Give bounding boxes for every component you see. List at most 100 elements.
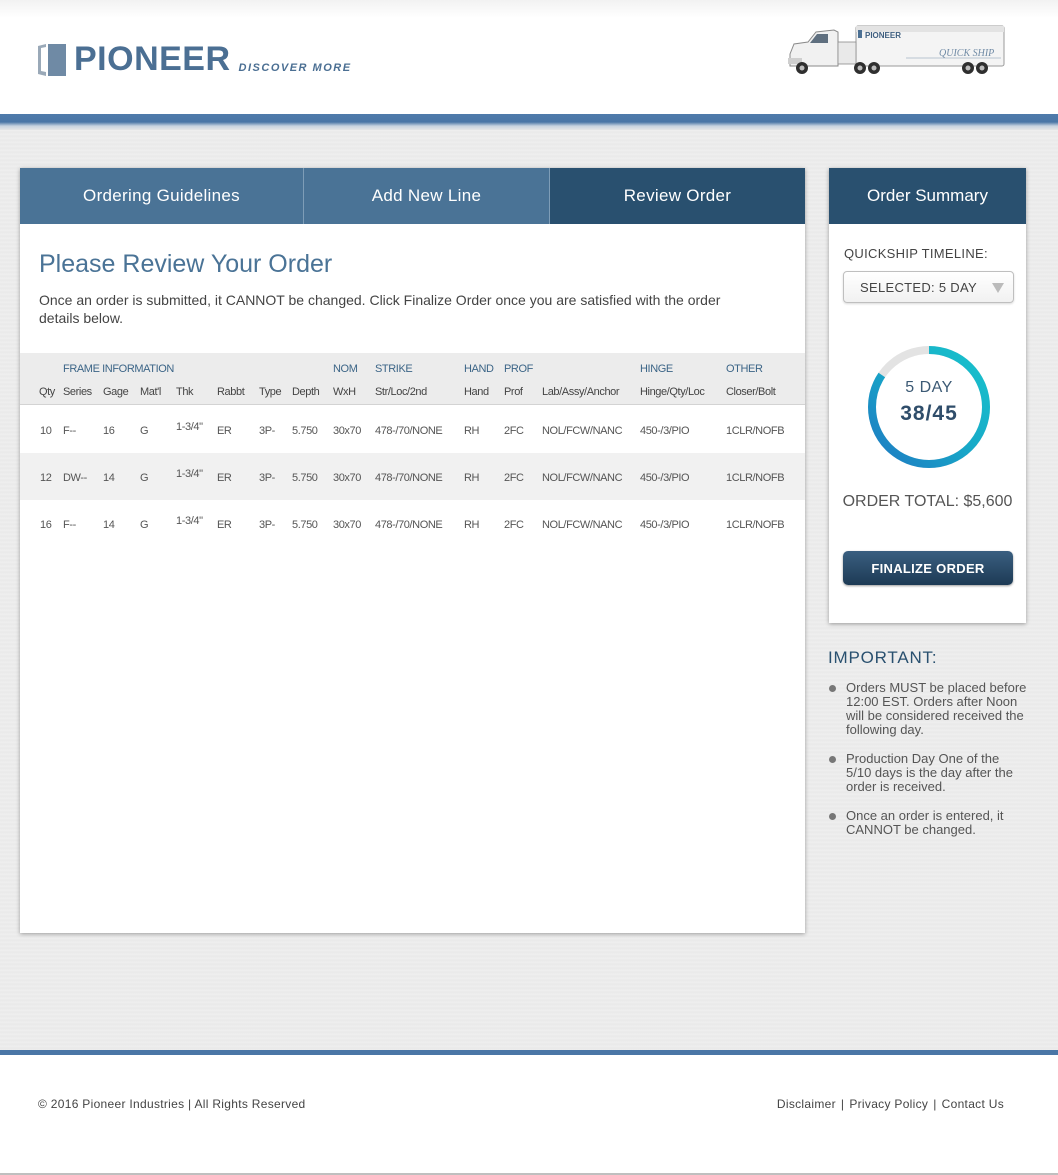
header-accent-bar (0, 114, 1058, 130)
bullet-icon (829, 756, 836, 763)
brand-tagline: DISCOVER MORE (238, 62, 352, 74)
finalize-order-button[interactable]: FINALIZE ORDER (843, 551, 1013, 585)
group-hinge: HINGE (640, 363, 673, 375)
cell-type: 3P- (259, 519, 275, 531)
cell-wxh: 30x70 (333, 425, 361, 437)
col-closer-bolt: Closer/Bolt (726, 386, 776, 398)
link-separator: | (840, 1097, 845, 1111)
truck-brand-text: PIONEER (865, 31, 901, 40)
disclaimer-link[interactable]: Disclaimer (777, 1097, 836, 1111)
cell-type: 3P- (259, 472, 275, 484)
cell-thk: 1-3/4" (176, 468, 203, 480)
quickship-timeline-select[interactable]: SELECTED: 5 DAY (843, 271, 1014, 303)
bullet-icon (829, 813, 836, 820)
cell-hand: RH (464, 472, 480, 484)
site-header: PIONEER DISCOVER MORE PIONEER QUICK SHIP (0, 0, 1058, 114)
table-row[interactable]: 12 DW-- 14 G 1-3/4" ER 3P- 5.750 30x70 4… (20, 453, 805, 500)
cell-gage: 14 (103, 519, 115, 531)
quickship-timeline-value: SELECTED: 5 DAY (860, 280, 977, 295)
ring-day-label: 5 DAY (905, 379, 953, 396)
cell-hinge: 450-/3/PIO (640, 519, 690, 531)
tab-review-order[interactable]: Review Order (550, 168, 805, 224)
cell-lab-assy-anchor: NOL/FCW/NANC (542, 472, 623, 484)
page-title: Please Review Your Order (39, 250, 333, 278)
quickship-timeline-label: QUICKSHIP TIMELINE: (844, 246, 988, 261)
cell-closer-bolt: 1CLR/NOFB (726, 472, 785, 484)
tab-add-new-line[interactable]: Add New Line (304, 168, 550, 224)
cell-matl: G (140, 472, 149, 484)
cell-hinge: 450-/3/PIO (640, 425, 690, 437)
important-title: IMPORTANT: (828, 648, 938, 667)
truck-quickship-text: QUICK SHIP (939, 48, 994, 59)
cell-gage: 16 (103, 425, 115, 437)
order-summary-panel: Order Summary QUICKSHIP TIMELINE: SELECT… (829, 168, 1026, 623)
list-item: Production Day One of the 5/10 days is t… (828, 752, 1028, 794)
cell-strike: 478-/70/NONE (375, 425, 443, 437)
cell-wxh: 30x70 (333, 519, 361, 531)
tab-ordering-guidelines[interactable]: Ordering Guidelines (20, 168, 304, 224)
cell-depth: 5.750 (292, 472, 318, 484)
copyright-text: © 2016 Pioneer Industries | All Rights R… (38, 1097, 306, 1111)
group-nom: NOM (333, 363, 358, 375)
table-row[interactable]: 10 F-- 16 G 1-3/4" ER 3P- 5.750 30x70 47… (20, 406, 805, 453)
review-order-panel: Ordering Guidelines Add New Line Review … (20, 168, 805, 933)
cell-rabbt: ER (217, 472, 232, 484)
col-series: Series (63, 386, 92, 398)
order-total: ORDER TOTAL: $5,600 (842, 493, 1013, 510)
order-table-header: FRAME INFORMATION NOM STRIKE HAND PROF H… (20, 353, 805, 405)
col-depth: Depth (292, 386, 320, 398)
site-footer: © 2016 Pioneer Industries | All Rights R… (0, 1055, 1058, 1173)
bullet-icon (829, 685, 836, 692)
cell-closer-bolt: 1CLR/NOFB (726, 425, 785, 437)
contact-us-link[interactable]: Contact Us (942, 1097, 1004, 1111)
footer-links: Disclaimer | Privacy Policy | Contact Us (777, 1097, 1004, 1111)
tab-bar: Ordering Guidelines Add New Line Review … (20, 168, 805, 224)
list-item: Orders MUST be placed before 12:00 EST. … (828, 681, 1028, 737)
col-prof: Prof (504, 386, 523, 398)
cell-hinge: 450-/3/PIO (640, 472, 690, 484)
cell-depth: 5.750 (292, 425, 318, 437)
cell-rabbt: ER (217, 425, 232, 437)
group-frame-information: FRAME INFORMATION (63, 363, 174, 375)
quickship-truck-image: PIONEER QUICK SHIP (788, 25, 1005, 74)
col-gage: Gage (103, 386, 129, 398)
cell-prof: 2FC (504, 519, 524, 531)
cell-rabbt: ER (217, 519, 232, 531)
col-lab-assy-anchor: Lab/Assy/Anchor (542, 386, 620, 398)
col-rabbt: Rabbt (217, 386, 245, 398)
order-summary-title: Order Summary (829, 168, 1026, 224)
review-notice: Once an order is submitted, it CANNOT be… (39, 292, 721, 326)
privacy-policy-link[interactable]: Privacy Policy (849, 1097, 928, 1111)
table-row[interactable]: 16 F-- 14 G 1-3/4" ER 3P- 5.750 30x70 47… (20, 500, 805, 547)
col-qty: Qty (39, 386, 55, 398)
cell-series: F-- (63, 425, 76, 437)
cell-matl: G (140, 519, 149, 531)
col-strike: Str/Loc/2nd (375, 386, 427, 398)
cell-prof: 2FC (504, 472, 524, 484)
cell-thk: 1-3/4" (176, 421, 203, 433)
cell-lab-assy-anchor: NOL/FCW/NANC (542, 519, 623, 531)
door-logo-icon (38, 44, 66, 76)
col-hand: Hand (464, 386, 489, 398)
cell-prof: 2FC (504, 425, 524, 437)
cell-qty: 10 (40, 425, 52, 437)
cell-matl: G (140, 425, 149, 437)
cell-qty: 16 (40, 519, 52, 531)
cell-series: F-- (63, 519, 76, 531)
col-thk: Thk (176, 386, 194, 398)
group-other: OTHER (726, 363, 763, 375)
dropdown-arrow-icon (992, 283, 1004, 293)
important-item-text: Orders MUST be placed before 12:00 EST. … (846, 680, 1027, 737)
group-prof: PROF (504, 363, 533, 375)
cell-wxh: 30x70 (333, 472, 361, 484)
col-type: Type (259, 386, 282, 398)
group-hand: HAND (464, 363, 494, 375)
pioneer-logo[interactable]: PIONEER DISCOVER MORE (38, 42, 352, 76)
ring-capacity-count: 38/45 (900, 402, 958, 425)
cell-hand: RH (464, 425, 480, 437)
col-wxh: WxH (333, 386, 356, 398)
cell-depth: 5.750 (292, 519, 318, 531)
cell-strike: 478-/70/NONE (375, 472, 443, 484)
cell-closer-bolt: 1CLR/NOFB (726, 519, 785, 531)
cell-strike: 478-/70/NONE (375, 519, 443, 531)
